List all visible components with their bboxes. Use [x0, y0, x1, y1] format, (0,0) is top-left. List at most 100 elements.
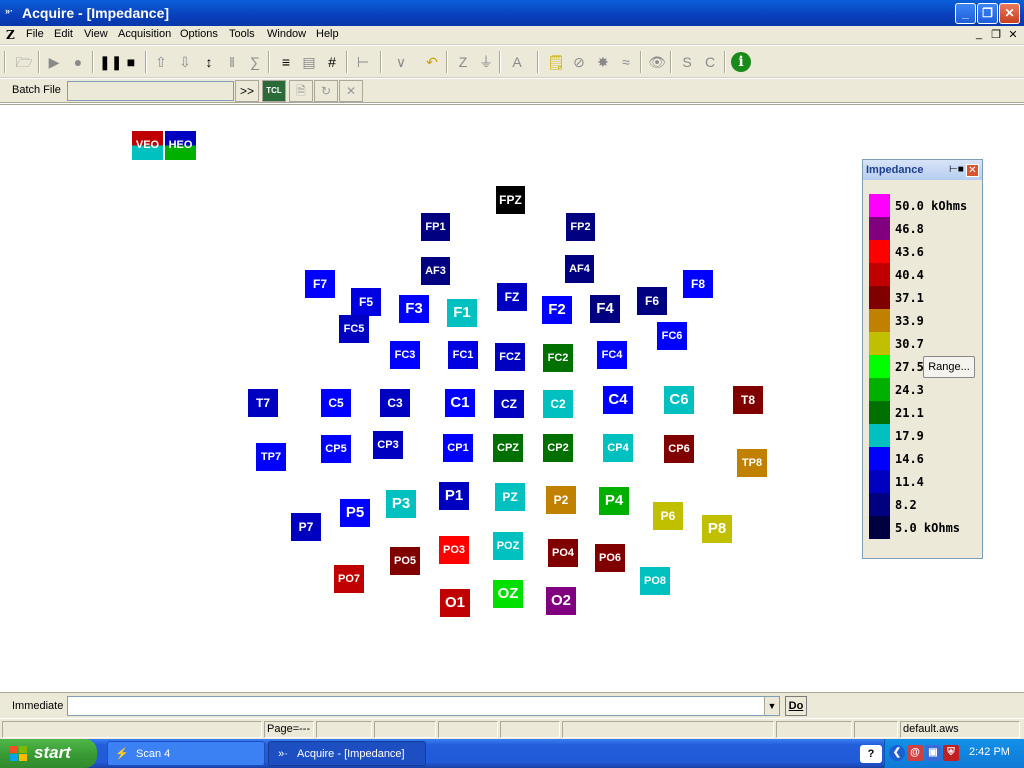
document-z-icon[interactable]: Z [6, 28, 15, 42]
electrode-po8[interactable]: PO8 [640, 567, 670, 595]
network-tray-icon[interactable]: @ [907, 745, 923, 761]
montage-icon[interactable]: ▤ [299, 52, 319, 72]
electrode-pz[interactable]: PZ [495, 483, 525, 511]
title-bar[interactable]: »· Acquire - [Impedance] _ ❐ ✕ [0, 0, 1024, 26]
electrode-f5[interactable]: F5 [351, 288, 381, 316]
electrode-fc2[interactable]: FC2 [543, 344, 573, 372]
electrode-poz[interactable]: POZ [493, 532, 523, 560]
electrode-p7[interactable]: P7 [291, 513, 321, 541]
back-arrow-tray-icon[interactable]: ❮ [889, 745, 905, 761]
start-button[interactable]: start [0, 739, 97, 768]
menu-window[interactable]: Window [267, 28, 306, 40]
electrode-t8[interactable]: T8 [733, 386, 763, 414]
menu-view[interactable]: View [84, 28, 108, 40]
panel-close-icon[interactable]: ✕ [966, 164, 979, 177]
electrode-po4[interactable]: PO4 [548, 539, 578, 567]
trigger-icon[interactable]: ∨ [391, 52, 411, 72]
eog-channel-veo[interactable]: VEO [132, 131, 163, 160]
electrode-c6[interactable]: C6 [664, 386, 694, 414]
pause-icon[interactable]: ❚❚ [99, 52, 122, 72]
electrode-c4[interactable]: C4 [603, 386, 633, 414]
info-icon[interactable]: i [731, 52, 751, 72]
tcl-script-icon[interactable]: TCL [262, 80, 286, 102]
electrode-c3[interactable]: C3 [380, 389, 410, 417]
undo-icon[interactable]: ↶ [422, 52, 442, 72]
electrode-fc6[interactable]: FC6 [657, 322, 687, 350]
electrode-f3[interactable]: F3 [399, 295, 429, 323]
electrode-cp6[interactable]: CP6 [664, 435, 694, 463]
electrode-tp8[interactable]: TP8 [737, 449, 767, 477]
electrode-o1[interactable]: O1 [440, 589, 470, 617]
electrode-c2[interactable]: C2 [543, 390, 573, 418]
scale-up-icon[interactable]: ⇧ [151, 52, 171, 72]
electrode-f2[interactable]: F2 [542, 296, 572, 324]
electrode-p6[interactable]: P6 [653, 502, 683, 530]
minimize-button[interactable]: _ [955, 3, 976, 24]
electrode-fp1[interactable]: FP1 [421, 213, 450, 241]
electrode-fc4[interactable]: FC4 [597, 341, 627, 369]
electrode-cp2[interactable]: CP2 [543, 434, 573, 462]
edit-batch-icon[interactable]: 🗎 [289, 80, 313, 102]
electrode-cp1[interactable]: CP1 [443, 434, 473, 462]
spike-icon[interactable]: ✸ [593, 52, 613, 72]
electrode-po7[interactable]: PO7 [334, 565, 364, 593]
electrode-o2[interactable]: O2 [546, 587, 576, 615]
electrode-f4[interactable]: F4 [590, 295, 620, 323]
mdi-restore-button[interactable]: ❐ [989, 28, 1003, 41]
electrode-af3[interactable]: AF3 [421, 257, 450, 285]
electrode-f8[interactable]: F8 [683, 270, 713, 298]
stop-icon[interactable]: ■ [121, 52, 141, 72]
electrode-f6[interactable]: F6 [637, 287, 667, 315]
electrode-p2[interactable]: P2 [546, 486, 576, 514]
impedance-z-icon[interactable]: Z [453, 52, 473, 72]
electrode-f1[interactable]: F1 [447, 299, 477, 327]
record-icon[interactable]: ● [68, 52, 88, 72]
acquire-app-icon[interactable]: »· [5, 6, 21, 20]
electrode-af4[interactable]: AF4 [565, 255, 594, 283]
monitor-tray-icon[interactable]: ▣ [925, 745, 941, 761]
help-tray-icon[interactable]: ? [860, 745, 882, 763]
electrode-cpz[interactable]: CPZ [493, 434, 523, 462]
refresh-batch-icon[interactable]: ↻ [314, 80, 338, 102]
do-button[interactable]: Do [785, 696, 807, 716]
amplifier-a-icon[interactable]: A [507, 52, 527, 72]
s-icon[interactable]: S [677, 52, 697, 72]
vertical-scale-icon[interactable]: ↕ [199, 52, 219, 72]
artifact-icon[interactable]: ≈ [616, 52, 636, 72]
electrode-fz[interactable]: FZ [497, 283, 527, 311]
electrode-fc5[interactable]: FC5 [339, 315, 369, 343]
taskbar-item-acquire[interactable]: »· Acquire - [Impedance] [268, 741, 426, 766]
menu-help[interactable]: Help [316, 28, 339, 40]
play-icon[interactable]: ▶ [44, 52, 64, 72]
eye-icon[interactable]: 👁 [647, 52, 667, 72]
filter-icon[interactable]: ⊘ [569, 52, 589, 72]
security-shield-icon[interactable]: ⛨ [943, 745, 959, 761]
immediate-input[interactable] [67, 696, 780, 716]
notepad-icon[interactable]: 🗒 [546, 52, 566, 72]
electrode-fc1[interactable]: FC1 [448, 341, 478, 369]
electrode-f7[interactable]: F7 [305, 270, 335, 298]
electrode-fc3[interactable]: FC3 [390, 341, 420, 369]
scale-down-icon[interactable]: ⇩ [175, 52, 195, 72]
electrode-p5[interactable]: P5 [340, 499, 370, 527]
electrode-c1[interactable]: C1 [445, 389, 475, 417]
baseline-icon[interactable]: ⊢ [353, 52, 373, 72]
grid-icon[interactable]: # [322, 52, 342, 72]
electrode-p1[interactable]: P1 [439, 482, 469, 510]
electrode-p8[interactable]: P8 [702, 515, 732, 543]
expand-channels-icon[interactable]: ‖ [222, 52, 242, 72]
pin-icon[interactable]: ⊢■ [949, 164, 964, 176]
electrode-p4[interactable]: P4 [599, 487, 629, 515]
electrode-fp2[interactable]: FP2 [566, 213, 595, 241]
menu-acquisition[interactable]: Acquisition [118, 28, 171, 40]
batch-file-input[interactable] [67, 81, 234, 101]
c-icon[interactable]: C [700, 52, 720, 72]
batch-run-button[interactable]: >> [235, 80, 259, 102]
electrode-fpz[interactable]: FPZ [496, 186, 525, 214]
electrode-fcz[interactable]: FCZ [495, 343, 525, 371]
mdi-close-button[interactable]: ✕ [1006, 28, 1020, 41]
electrode-cz[interactable]: CZ [494, 390, 524, 418]
compress-channels-icon[interactable]: ∑ [245, 52, 265, 72]
electrode-cp4[interactable]: CP4 [603, 434, 633, 462]
electrode-p3[interactable]: P3 [386, 490, 416, 518]
